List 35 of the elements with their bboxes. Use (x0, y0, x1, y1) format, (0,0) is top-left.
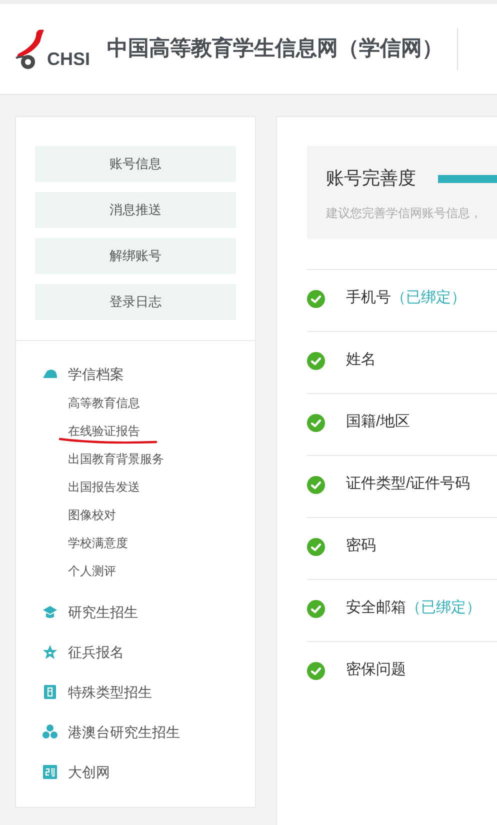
bound-status: （已绑定） (391, 288, 466, 308)
nav-subitem[interactable]: 图像校对 (68, 506, 116, 524)
document-icon (42, 684, 58, 700)
nav-item[interactable]: 特殊类型招生 (68, 682, 152, 702)
nav-item[interactable]: 征兵报名 (68, 642, 124, 662)
nav-item[interactable]: 大创网 (68, 762, 110, 782)
completeness-hint: 建议您完善学信网账号信息， (326, 205, 483, 222)
bound-status: （已绑定） (406, 598, 481, 618)
account-field-label: 国籍/地区 (346, 412, 410, 432)
account-menu-button[interactable]: 解绑账号 (35, 238, 236, 274)
account-field-label: 安全邮箱 (346, 598, 406, 618)
logo-text: CHSI (47, 50, 90, 68)
nav-subitem[interactable]: 出国教育背景服务 (68, 450, 164, 468)
completeness-title: 账号完善度 (326, 167, 416, 190)
account-field-label: 姓名 (346, 350, 376, 370)
nav-subitem[interactable]: 在线验证报告 (68, 422, 140, 440)
site-title: 中国高等教育学生信息网（学信网） (107, 35, 444, 62)
graduation-cap-icon (42, 604, 58, 620)
account-menu-button[interactable]: 账号信息 (35, 146, 236, 182)
nav-subitem[interactable]: 高等教育信息 (68, 394, 140, 412)
nav-subitem[interactable]: 个人测评 (68, 562, 116, 580)
square-logo-icon (42, 764, 58, 780)
nav-subitem[interactable]: 学校满意度 (68, 534, 128, 552)
account-menu-button[interactable]: 消息推送 (35, 192, 236, 228)
nav-subitem[interactable]: 出国报告发送 (68, 478, 140, 496)
account-field-label: 证件类型/证件号码 (346, 474, 470, 494)
star-icon (42, 644, 58, 660)
account-field-label: 密保问题 (346, 660, 406, 680)
nav-item[interactable]: 学信档案 (68, 364, 124, 384)
account-menu-button[interactable]: 登录日志 (35, 284, 236, 320)
nav-item[interactable]: 港澳台研究生招生 (68, 722, 180, 742)
nav-item[interactable]: 研究生招生 (68, 602, 138, 622)
petals-icon (42, 724, 58, 740)
account-field-label: 手机号 (346, 288, 391, 308)
account-field-label: 密码 (346, 536, 376, 556)
